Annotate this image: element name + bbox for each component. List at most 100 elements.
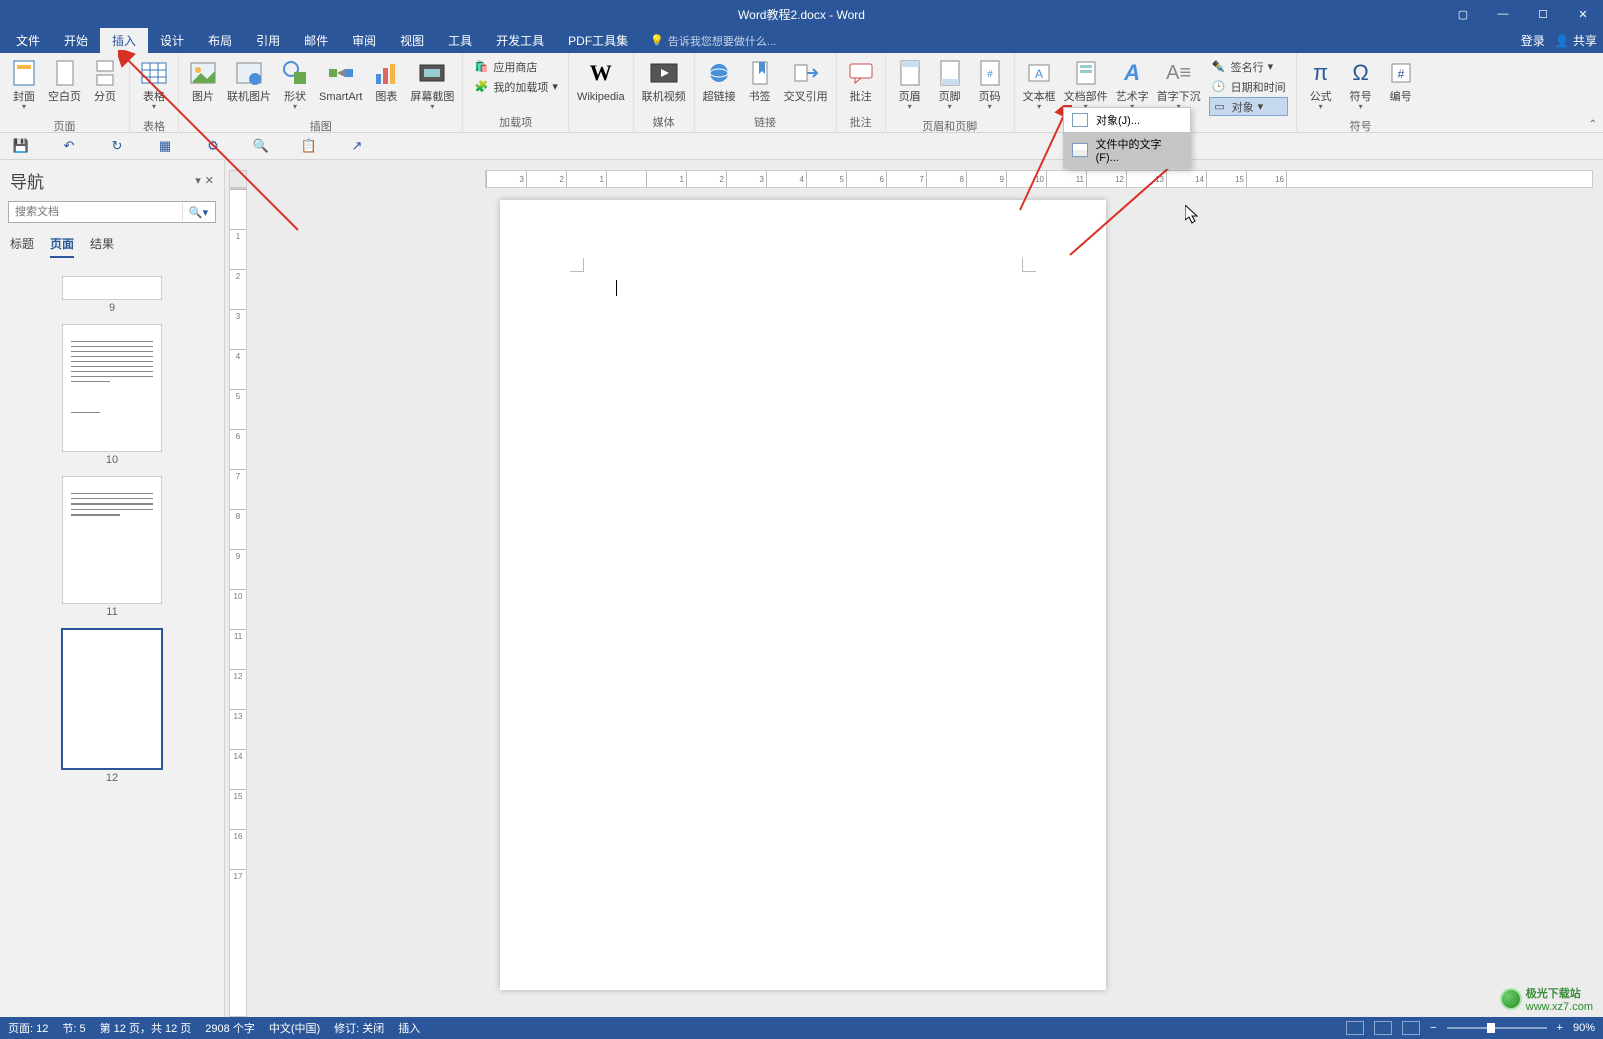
online-video-button[interactable]: 联机视频	[638, 55, 690, 105]
status-page-of[interactable]: 第 12 页，共 12 页	[100, 1020, 192, 1036]
tab-layout[interactable]: 布局	[196, 28, 244, 53]
comment-button[interactable]: 批注	[841, 55, 881, 105]
number-button[interactable]: #编号	[1381, 55, 1421, 105]
hyperlink-button[interactable]: 超链接	[699, 55, 740, 105]
tab-file[interactable]: 文件	[4, 28, 52, 53]
tell-me-search[interactable]: 💡 告诉我您想要做什么...	[650, 33, 776, 49]
view-read-icon[interactable]	[1346, 1021, 1364, 1035]
thumbnail-page-12[interactable]	[61, 628, 163, 770]
nav-tab-pages[interactable]: 页面	[50, 235, 74, 258]
datetime-button[interactable]: 🕒日期和时间	[1209, 77, 1288, 96]
signin-link[interactable]: 登录	[1521, 32, 1545, 49]
online-picture-button[interactable]: 联机图片	[223, 55, 275, 105]
qat-icon-2[interactable]: ⚙	[204, 137, 222, 155]
page-number-button[interactable]: #页码▾	[970, 55, 1010, 114]
redo-icon[interactable]: ↻	[108, 137, 126, 155]
qat-icon-3[interactable]: 🔍	[252, 137, 270, 155]
save-icon[interactable]: 💾	[12, 137, 30, 155]
view-print-icon[interactable]	[1374, 1021, 1392, 1035]
status-language[interactable]: 中文(中国)	[269, 1020, 320, 1036]
svg-text:#: #	[1397, 67, 1404, 81]
nav-tab-results[interactable]: 结果	[90, 235, 114, 258]
qat-icon-1[interactable]: ▦	[156, 137, 174, 155]
crossref-button[interactable]: 交叉引用	[780, 55, 832, 105]
nav-close-icon[interactable]: ✕	[205, 174, 214, 187]
signature-line-button[interactable]: ✒️签名行 ▾	[1209, 57, 1288, 76]
header-button[interactable]: 页眉▾	[890, 55, 930, 114]
page-break-icon	[89, 57, 121, 89]
zoom-in-icon[interactable]: +	[1557, 1022, 1563, 1034]
status-track[interactable]: 修订: 关闭	[334, 1020, 384, 1036]
qat-icon-5[interactable]: ↗	[348, 137, 366, 155]
maximize-button[interactable]: ☐	[1523, 0, 1563, 28]
view-web-icon[interactable]	[1402, 1021, 1420, 1035]
group-page-label: 页面	[0, 116, 129, 137]
cover-page-icon	[8, 57, 40, 89]
nav-tab-headings[interactable]: 标题	[10, 235, 34, 258]
vertical-ruler[interactable]: 1234567891011121314151617	[229, 188, 247, 1017]
store-button[interactable]: 🛍️应用商店	[471, 57, 560, 76]
tab-references[interactable]: 引用	[244, 28, 292, 53]
svg-text:A: A	[1035, 67, 1043, 81]
tab-design[interactable]: 设计	[148, 28, 196, 53]
tab-tools[interactable]: 工具	[436, 28, 484, 53]
my-addins-button[interactable]: 🧩我的加载项 ▾	[471, 77, 560, 96]
tab-review[interactable]: 审阅	[340, 28, 388, 53]
zoom-out-icon[interactable]: −	[1430, 1022, 1436, 1034]
symbol-button[interactable]: Ω符号▾	[1341, 55, 1381, 114]
tab-home[interactable]: 开始	[52, 28, 100, 53]
object-button[interactable]: ▭对象 ▾	[1209, 97, 1288, 116]
zoom-slider[interactable]	[1447, 1027, 1547, 1029]
shapes-button[interactable]: 形状▾	[275, 55, 315, 114]
ribbon-display-options-icon[interactable]: ▢	[1443, 0, 1483, 28]
equation-button[interactable]: π公式▾	[1301, 55, 1341, 114]
tab-pdf[interactable]: PDF工具集	[556, 28, 640, 53]
status-mode[interactable]: 插入	[398, 1020, 420, 1036]
horizontal-ruler[interactable]: 32112345678910111213141516	[485, 170, 1593, 188]
footer-button[interactable]: 页脚▾	[930, 55, 970, 114]
thumbnail-page-10[interactable]	[62, 324, 162, 452]
zoom-level[interactable]: 90%	[1573, 1022, 1595, 1034]
tab-view[interactable]: 视图	[388, 28, 436, 53]
screenshot-button[interactable]: 屏幕截图▾	[406, 55, 458, 114]
dropdown-object-item[interactable]: 对象(J)...	[1064, 108, 1190, 132]
share-button[interactable]: 👤 共享	[1555, 32, 1597, 49]
tab-mailings[interactable]: 邮件	[292, 28, 340, 53]
status-words[interactable]: 2908 个字	[205, 1020, 255, 1036]
thumbnail-page-9[interactable]	[62, 276, 162, 300]
tab-insert[interactable]: 插入	[100, 28, 148, 53]
minimize-button[interactable]: —	[1483, 0, 1523, 28]
group-symbols: π公式▾ Ω符号▾ #编号 符号	[1297, 53, 1425, 133]
quickparts-button[interactable]: 文档部件▾	[1060, 55, 1112, 114]
editor-area[interactable]: 32112345678910111213141516 1234567891011…	[225, 160, 1603, 1017]
wikipedia-button[interactable]: WWikipedia	[573, 55, 629, 105]
nav-dropdown-icon[interactable]: ▾	[195, 174, 201, 187]
blank-page-button[interactable]: 空白页	[44, 55, 85, 105]
page-break-button[interactable]: 分页	[85, 55, 125, 105]
collapse-ribbon-icon[interactable]: ⌃	[1589, 119, 1597, 130]
watermark-logo-icon	[1500, 988, 1522, 1010]
thumbnail-page-11[interactable]	[62, 476, 162, 604]
smartart-button[interactable]: SmartArt	[315, 55, 366, 105]
thumbnail-label-9: 9	[0, 302, 224, 314]
chart-button[interactable]: 图表	[366, 55, 406, 105]
tab-developer[interactable]: 开发工具	[484, 28, 556, 53]
dropcap-button[interactable]: A≡首字下沉▾	[1153, 55, 1205, 114]
search-button[interactable]: 🔍▾	[182, 203, 214, 221]
textbox-button[interactable]: A文本框▾	[1019, 55, 1060, 114]
pagenum-icon: #	[974, 57, 1006, 89]
cover-page-button[interactable]: 封面▾	[4, 55, 44, 114]
qat-icon-4[interactable]: 📋	[300, 137, 318, 155]
close-button[interactable]: ✕	[1563, 0, 1603, 28]
group-symbols-label: 符号	[1297, 116, 1425, 137]
status-section[interactable]: 节: 5	[62, 1020, 85, 1036]
status-page[interactable]: 页面: 12	[8, 1020, 48, 1036]
wordart-button[interactable]: A艺术字▾	[1112, 55, 1153, 114]
nav-thumbnails[interactable]: 9 10 11 12	[0, 264, 224, 1017]
document-page[interactable]	[500, 200, 1106, 990]
undo-icon[interactable]: ↶	[60, 137, 78, 155]
table-button[interactable]: 表格▾	[134, 55, 174, 114]
picture-button[interactable]: 图片	[183, 55, 223, 105]
dropdown-text-from-file[interactable]: 文件中的文字(F)...	[1064, 132, 1190, 168]
bookmark-button[interactable]: 书签	[740, 55, 780, 105]
